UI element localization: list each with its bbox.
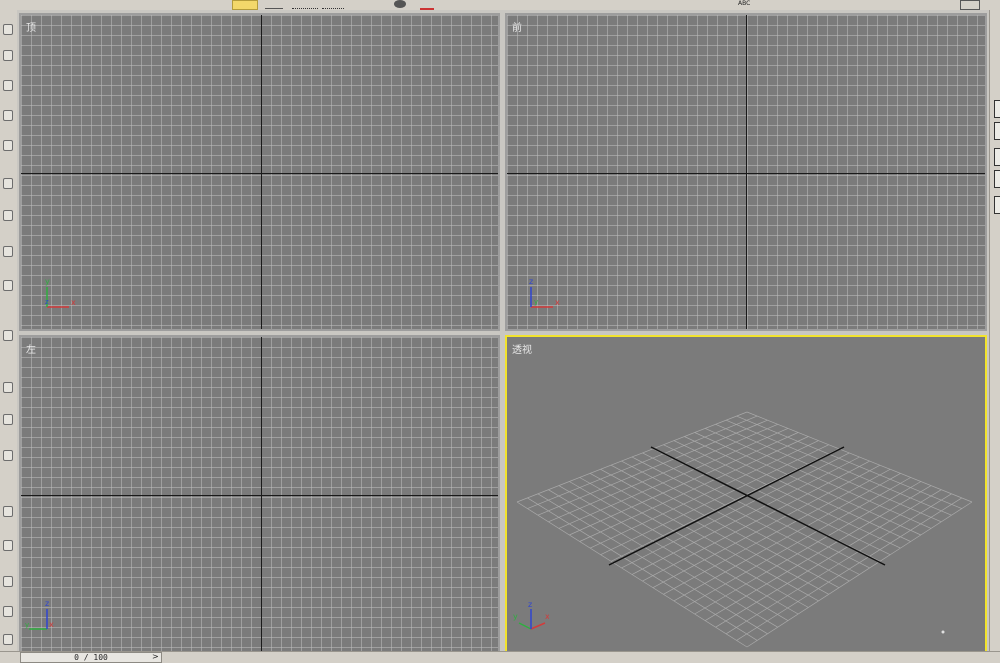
viewport-left[interactable]: 左 z x y: [19, 335, 500, 653]
perspective-grid-line: [736, 415, 962, 509]
small-dot: [941, 630, 945, 634]
mirror-icon[interactable]: [3, 506, 13, 517]
viewport-front[interactable]: 前 x z y: [505, 13, 987, 331]
viewport-grid: [21, 337, 498, 651]
perspective-grid-line: [746, 501, 973, 648]
perspective-grid-line: [746, 411, 973, 503]
axis-gizmo-icon: z x y: [23, 595, 63, 635]
axis-gizmo-icon: x y z: [509, 599, 550, 639]
gizmo-y-label: y: [25, 621, 29, 629]
link-icon[interactable]: [3, 246, 13, 257]
render-icon[interactable]: [394, 0, 406, 8]
select-and-move-icon[interactable]: [232, 0, 258, 10]
utilities-icon[interactable]: [3, 178, 13, 189]
viewport-top[interactable]: 顶 x y z: [19, 13, 500, 331]
schematic-icon[interactable]: [3, 634, 13, 645]
gizmo-x-label: x: [49, 620, 54, 629]
frame-counter[interactable]: 0 / 100: [20, 652, 162, 663]
perspective-grid-line: [673, 440, 901, 549]
panel-tab-5[interactable]: [994, 196, 1000, 214]
bind-icon[interactable]: [3, 280, 13, 291]
panel-tab-2[interactable]: [994, 122, 1000, 140]
layers-icon[interactable]: [3, 576, 13, 587]
curve-editor-icon[interactable]: [3, 606, 13, 617]
grid-z-axis-line: [261, 337, 262, 651]
spinner-snap-icon[interactable]: [3, 450, 13, 461]
perspective-grid-line: [694, 432, 922, 536]
viewport-area: 顶 x y z 前 x z y 左 z x y 透视 y z: [17, 10, 989, 653]
display-icon[interactable]: [3, 140, 13, 151]
spelling-icon[interactable]: ABC: [738, 0, 760, 8]
left-command-strip: [0, 10, 18, 651]
gizmo-y-label: y: [45, 277, 50, 286]
align-icon[interactable]: [3, 540, 13, 551]
grid-x-axis-line: [21, 173, 498, 174]
motion-icon[interactable]: [3, 110, 13, 121]
lock-icon[interactable]: [3, 210, 13, 221]
hierarchy-icon[interactable]: [3, 80, 13, 91]
snap-icon[interactable]: [3, 330, 13, 341]
perspective-grid-line: [684, 477, 911, 608]
grid-z-axis-line: [746, 15, 747, 329]
panel-tab-3[interactable]: [994, 148, 1000, 166]
right-command-panel: [989, 10, 1000, 651]
gizmo-z-label: z: [45, 599, 49, 608]
select-by-name-icon[interactable]: [265, 0, 283, 9]
modify-icon[interactable]: [3, 50, 13, 61]
perspective-grid-line: [663, 468, 891, 595]
viewport-grid: [21, 15, 498, 329]
gizmo-z-label: z: [529, 277, 533, 286]
panel-tab-1[interactable]: [994, 100, 1000, 118]
next-frame-button[interactable]: >: [152, 652, 162, 661]
perspective-grid-line: [725, 419, 952, 516]
gizmo-x-label: x: [545, 612, 549, 621]
viewport-label[interactable]: 顶: [26, 19, 36, 34]
panel-tab-4[interactable]: [994, 170, 1000, 188]
perspective-grid-line: [642, 460, 870, 582]
perspective-grid-line: [736, 497, 962, 641]
help-icon[interactable]: [960, 0, 980, 10]
window-crossing-icon[interactable]: [322, 0, 344, 9]
angle-snap-icon[interactable]: [3, 382, 13, 393]
axis-gizmo-icon: x y z: [41, 273, 81, 313]
gizmo-x-label: x: [555, 298, 560, 307]
grid-y-axis-line: [261, 15, 262, 329]
viewport-perspective[interactable]: 透视 x y z: [505, 335, 987, 653]
gizmo-y-label: y: [513, 612, 518, 621]
perspective-grid: [516, 411, 973, 648]
grid-y-axis-line: [21, 495, 498, 496]
gizmo-z-label: z: [45, 298, 49, 306]
viewport-label[interactable]: 前: [512, 19, 522, 34]
viewport-label[interactable]: 左: [26, 341, 36, 356]
perspective-grid-line: [684, 436, 911, 542]
selection-region-icon[interactable]: [292, 0, 318, 9]
axis-gizmo-icon: x z y: [525, 273, 565, 313]
time-slider-bar: 0 / 100 >: [0, 651, 1000, 663]
perspective-grid-line: [694, 481, 922, 615]
create-icon[interactable]: [3, 24, 13, 35]
perspective-grid-line: [663, 444, 891, 556]
gizmo-z-label: z: [528, 600, 532, 609]
gizmo-x-label: x: [71, 298, 76, 307]
percent-snap-icon[interactable]: [3, 414, 13, 425]
viewport-label[interactable]: 透视: [512, 341, 532, 356]
material-icon[interactable]: [420, 0, 434, 10]
gizmo-y-label: y: [534, 298, 538, 306]
